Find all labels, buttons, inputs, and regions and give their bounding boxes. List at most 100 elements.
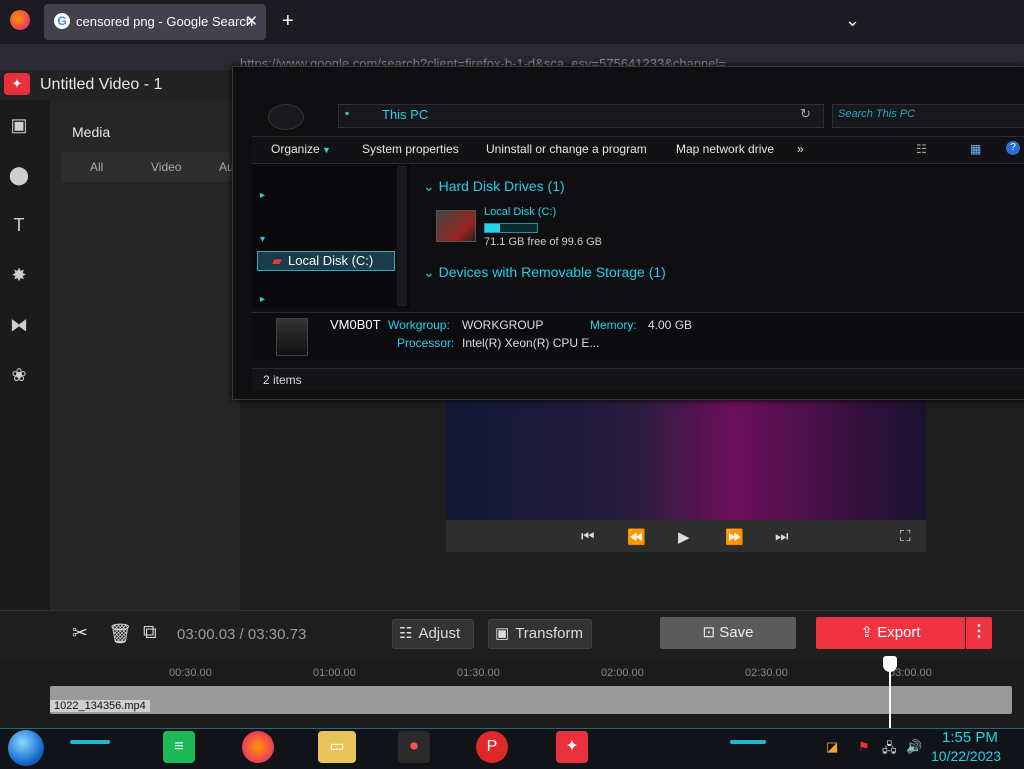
- computer-name: VM0B0T: [330, 317, 381, 332]
- chevron-down-icon: ⌄: [423, 178, 439, 194]
- expand-arrow-icon[interactable]: ▸: [260, 294, 265, 305]
- computer-icon: ▪: [345, 106, 350, 120]
- skip-end-icon[interactable]: ⏭: [775, 528, 789, 545]
- firefox-icon[interactable]: [242, 731, 274, 763]
- network-icon[interactable]: 🖧: [882, 739, 897, 761]
- file-explorer-icon[interactable]: ▭: [318, 731, 356, 763]
- list-all-tabs-icon[interactable]: ⌄: [845, 10, 860, 31]
- volume-icon[interactable]: 🔊: [906, 739, 922, 755]
- fast-forward-icon[interactable]: ⏩: [725, 528, 744, 546]
- map-network-drive-button[interactable]: Map network drive: [676, 142, 774, 156]
- drive-icon: ▰: [272, 253, 282, 268]
- chevron-down-icon: ⌄: [423, 264, 439, 280]
- screen-recorder-icon[interactable]: ⏺: [398, 731, 430, 763]
- refresh-icon[interactable]: ↻: [800, 106, 811, 122]
- firefox-icon[interactable]: [10, 10, 30, 30]
- taskbar-decoration: [730, 740, 766, 744]
- expand-arrow-icon[interactable]: ▸: [260, 190, 265, 201]
- organize-menu[interactable]: Organize: [271, 142, 320, 156]
- navigation-pane: [252, 164, 410, 308]
- transform-icon: ▣: [495, 625, 510, 642]
- ruler-label: 02:00.00: [601, 667, 644, 679]
- duplicate-icon[interactable]: ⧉: [143, 622, 157, 644]
- time-separator: /: [235, 626, 248, 643]
- processor-label: Processor:: [397, 336, 455, 350]
- transform-button[interactable]: ▣ Transform: [488, 619, 592, 649]
- drive-free-space: 71.1 GB free of 99.6 GB: [484, 236, 603, 248]
- clock-time[interactable]: 1:55 PM: [942, 729, 998, 746]
- fullscreen-icon[interactable]: ⛶: [900, 528, 911, 545]
- skip-start-icon[interactable]: ⏮: [581, 528, 595, 545]
- uninstall-program-button[interactable]: Uninstall or change a program: [486, 142, 647, 156]
- clip-name: 1022_134356.mp4: [50, 700, 150, 712]
- browser-tab[interactable]: G censored png - Google Search ✕: [44, 4, 266, 40]
- help-icon[interactable]: ?: [1006, 141, 1020, 155]
- workgroup-label: Workgroup:: [388, 318, 450, 332]
- breadcrumb[interactable]: This PC: [382, 107, 428, 122]
- collapse-arrow-icon[interactable]: ▾: [260, 234, 265, 245]
- memory-value: 4.00 GB: [648, 318, 693, 332]
- new-tab-button[interactable]: +: [282, 10, 294, 33]
- search-placeholder: Search This PC: [838, 108, 916, 120]
- workgroup-value: WORKGROUP: [462, 318, 544, 332]
- audio-icon[interactable]: ⬤: [8, 164, 30, 186]
- hard-disk-icon[interactable]: [436, 210, 476, 242]
- nav-item-local-disk[interactable]: ▰ Local Disk (C:): [257, 251, 395, 271]
- drive-name[interactable]: Local Disk (C:): [484, 206, 556, 218]
- more-commands-button[interactable]: »: [797, 142, 804, 156]
- editor-title: Untitled Video - 1: [40, 76, 163, 93]
- editor-logo-icon: ✦: [4, 73, 30, 95]
- export-icon: ⇪: [860, 624, 878, 641]
- save-button[interactable]: ⊡ Save: [660, 617, 796, 649]
- scrollbar[interactable]: [397, 166, 407, 306]
- video-editor-icon[interactable]: ✦: [556, 731, 588, 763]
- group-label: Hard Disk Drives (1): [438, 178, 565, 194]
- system-properties-button[interactable]: System properties: [362, 142, 459, 156]
- rewind-icon[interactable]: ⏪: [627, 528, 646, 546]
- tab-all[interactable]: All: [90, 160, 103, 174]
- ruler-label: 01:30.00: [457, 667, 500, 679]
- video-clip[interactable]: [50, 686, 1012, 714]
- back-forward-icon[interactable]: [268, 104, 304, 130]
- group-hard-disk-drives[interactable]: ⌄ Hard Disk Drives (1): [423, 178, 565, 195]
- tray-app-icon[interactable]: ◪: [826, 739, 838, 755]
- export-label: Export: [877, 624, 921, 641]
- group-removable-storage[interactable]: ⌄ Devices with Removable Storage (1): [423, 264, 666, 281]
- editor-sidebar: ▣ ⬤ T ✸ ⧓ ❀: [0, 100, 50, 610]
- play-icon[interactable]: ▶: [678, 528, 690, 546]
- tab-video[interactable]: Video: [151, 160, 181, 174]
- taskbar-decoration: [70, 740, 110, 744]
- total-time: 03:30.73: [247, 626, 307, 643]
- close-tab-icon[interactable]: ✕: [245, 12, 258, 30]
- playhead-handle[interactable]: [883, 656, 897, 672]
- text-icon[interactable]: T: [8, 214, 30, 236]
- transitions-icon[interactable]: ⧓: [8, 314, 30, 336]
- taskbar: [0, 728, 1024, 769]
- nav-item-label: Local Disk (C:): [288, 253, 374, 268]
- preview-pane-icon[interactable]: ▦: [970, 142, 981, 156]
- adjust-label: Adjust: [418, 625, 461, 642]
- start-button[interactable]: [8, 730, 44, 766]
- action-center-icon[interactable]: ⚑: [858, 739, 870, 755]
- picsart-icon[interactable]: P: [476, 731, 508, 763]
- view-options-icon[interactable]: ☷: [916, 142, 927, 156]
- processor-value: Intel(R) Xeon(R) CPU E...: [462, 336, 600, 350]
- time-readout: 03:00.03 / 03:30.73: [177, 626, 306, 643]
- current-time: 03:00.03: [177, 626, 236, 643]
- split-icon[interactable]: ✂: [72, 622, 88, 645]
- export-more-button[interactable]: ⋮: [966, 617, 992, 649]
- delete-icon[interactable]: 🗑: [108, 622, 132, 646]
- filters-icon[interactable]: ❀: [8, 364, 30, 386]
- transform-label: Transform: [515, 625, 583, 642]
- preview-video[interactable]: [446, 398, 926, 524]
- spotify-icon[interactable]: ≡: [163, 731, 195, 763]
- ruler-label: 00:30.00: [169, 667, 212, 679]
- adjust-button[interactable]: ☷ Adjust: [392, 619, 474, 649]
- clock-date[interactable]: 10/22/2023: [931, 748, 1001, 764]
- media-icon[interactable]: ▣: [8, 114, 30, 136]
- adjust-icon: ☷: [399, 625, 413, 642]
- computer-icon: [276, 318, 308, 356]
- effects-icon[interactable]: ✸: [8, 264, 30, 286]
- ruler-label: 01:00.00: [313, 667, 356, 679]
- export-button[interactable]: ⇪ Export: [816, 617, 965, 649]
